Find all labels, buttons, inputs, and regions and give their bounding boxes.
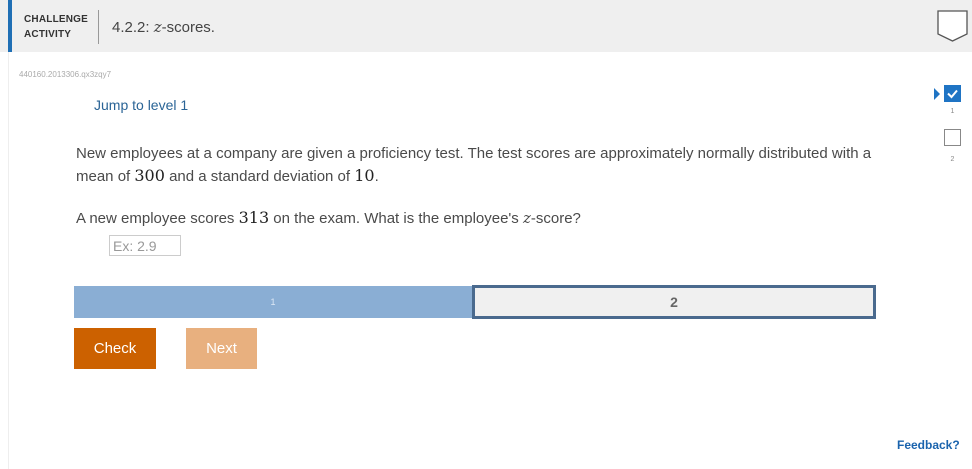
level-2-checkbox-icon[interactable]: [944, 129, 961, 146]
level-2-segment[interactable]: 2: [472, 285, 876, 319]
current-level-arrow-icon: [934, 88, 940, 100]
prompt-part2: on the exam. What is the employee's: [269, 210, 523, 227]
question-text-part2: and a standard deviation of: [164, 168, 355, 185]
title-prefix: 4.2.2:: [112, 19, 154, 36]
content-border: [8, 52, 9, 469]
feedback-link[interactable]: Feedback?: [897, 438, 960, 452]
level-1-indicator-label: 1: [950, 108, 955, 115]
activity-kind-line2: ACTIVITY: [24, 29, 72, 40]
question-text-part3: .: [374, 168, 379, 185]
prompt-part1: A new employee scores: [76, 210, 239, 227]
header-divider: [98, 10, 99, 44]
activity-header: CHALLENGE ACTIVITY 4.2.2: z-scores.: [0, 0, 972, 52]
check-button[interactable]: Check: [74, 328, 156, 369]
question-prompt: A new employee scores 313 on the exam. W…: [76, 208, 581, 227]
jump-to-level-link[interactable]: Jump to level 1: [94, 97, 188, 113]
next-button[interactable]: Next: [186, 328, 257, 369]
question-text: New employees at a company are given a p…: [76, 143, 876, 188]
activity-kind: CHALLENGE ACTIVITY: [24, 12, 94, 42]
prompt-part3: -score?: [530, 210, 581, 227]
level-2-indicator-label: 2: [950, 156, 955, 163]
sd-value: 10: [354, 166, 375, 185]
score-value: 313: [238, 208, 270, 227]
header-accent-bar: [8, 0, 12, 52]
title-variable: z: [153, 18, 162, 36]
level-progress-bar: 1 2: [74, 285, 876, 319]
activity-code: 440160.2013306.qx3zqy7: [19, 70, 112, 79]
activity-kind-line1: CHALLENGE: [24, 14, 89, 25]
title-suffix: -scores.: [161, 19, 215, 36]
activity-title: 4.2.2: z-scores.: [112, 18, 215, 36]
level-1-checkbox-icon[interactable]: [944, 85, 961, 102]
bookmark-icon[interactable]: [937, 10, 968, 42]
prompt-variable: z: [522, 209, 531, 227]
mean-value: 300: [134, 166, 165, 185]
level-1-segment[interactable]: 1: [74, 286, 472, 318]
answer-input[interactable]: [109, 235, 181, 256]
